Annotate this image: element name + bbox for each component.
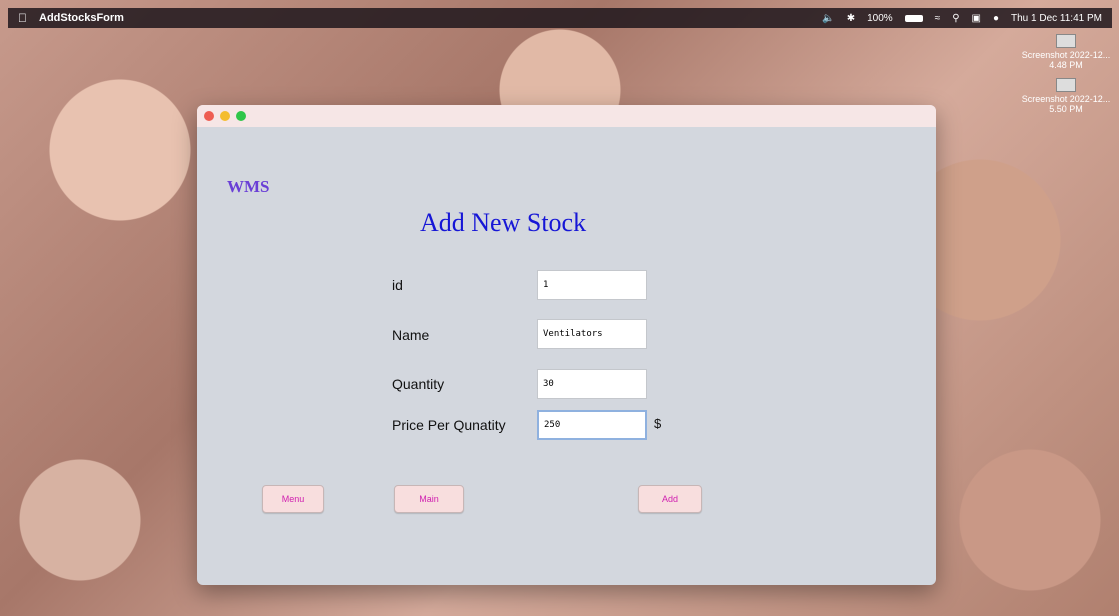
minimize-window-icon[interactable] bbox=[220, 111, 230, 121]
main-button[interactable]: Main bbox=[394, 485, 464, 513]
page-title: Add New Stock bbox=[420, 208, 587, 237]
menu-bar:  AddStocksForm 🔈 ✱ 100% ≈ ⚲ ▣ ● Thu 1 D… bbox=[8, 8, 1112, 28]
desktop-file-label: Screenshot 2022-12... 5.50 PM bbox=[1021, 94, 1111, 114]
bluetooth-icon[interactable]: ✱ bbox=[847, 13, 855, 24]
price-per-quantity-label: Price Per Qunatity bbox=[392, 417, 506, 433]
menu-bar-app-name[interactable]: AddStocksForm bbox=[39, 12, 124, 24]
siri-icon[interactable]: ● bbox=[993, 13, 999, 24]
search-icon[interactable]: ⚲ bbox=[952, 13, 959, 24]
close-window-icon[interactable] bbox=[204, 111, 214, 121]
quantity-label: Quantity bbox=[392, 376, 445, 392]
battery-percent: 100% bbox=[867, 12, 893, 24]
name-field[interactable] bbox=[537, 319, 647, 349]
desktop-file-label: Screenshot 2022-12... 4.48 PM bbox=[1021, 50, 1111, 70]
add-button[interactable]: Add bbox=[638, 485, 702, 513]
control-center-icon[interactable]: ▣ bbox=[972, 13, 981, 24]
brand-label: WMS bbox=[227, 177, 270, 196]
quantity-field[interactable] bbox=[537, 369, 647, 399]
file-thumbnail-icon bbox=[1056, 78, 1076, 92]
volume-icon[interactable]: 🔈 bbox=[822, 13, 834, 24]
apple-icon[interactable]:  bbox=[18, 11, 27, 25]
price-per-quantity-field[interactable] bbox=[537, 410, 647, 440]
zoom-window-icon[interactable] bbox=[236, 111, 246, 121]
add-stocks-window: WMS Add New Stock id Name Quantity Price… bbox=[197, 105, 936, 585]
currency-label: $ bbox=[654, 416, 662, 431]
wifi-icon[interactable]: ≈ bbox=[935, 13, 941, 24]
id-field[interactable] bbox=[537, 270, 647, 300]
status-area: 🔈 ✱ 100% ≈ ⚲ ▣ ● Thu 1 Dec 11:41 PM bbox=[822, 13, 1102, 24]
desktop-file-icon[interactable]: Screenshot 2022-12... 5.50 PM bbox=[1021, 78, 1111, 114]
desktop-icons: Screenshot 2022-12... 4.48 PM Screenshot… bbox=[1021, 34, 1111, 122]
window-titlebar[interactable] bbox=[197, 105, 936, 127]
menu-button[interactable]: Menu bbox=[262, 485, 324, 513]
menu-bar-clock[interactable]: Thu 1 Dec 11:41 PM bbox=[1011, 13, 1102, 24]
id-label: id bbox=[392, 277, 403, 293]
name-label: Name bbox=[392, 327, 430, 343]
file-thumbnail-icon bbox=[1056, 34, 1076, 48]
battery-icon[interactable] bbox=[904, 14, 923, 22]
desktop-file-icon[interactable]: Screenshot 2022-12... 4.48 PM bbox=[1021, 34, 1111, 70]
